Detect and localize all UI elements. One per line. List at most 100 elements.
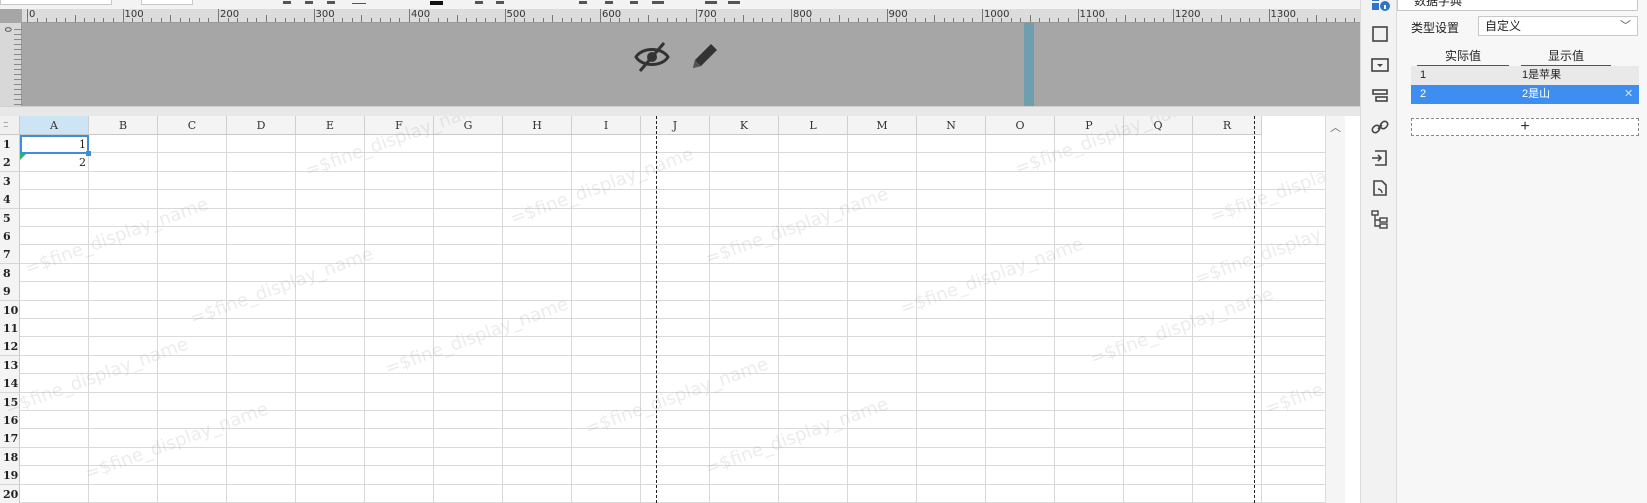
cell-grid[interactable]: 1 2 bbox=[20, 116, 1345, 503]
report-header-area[interactable]: 0 100 200 300 400 500 600 700 800 900 1000 1100 1200… bbox=[0, 9, 1360, 106]
ruler-tick bbox=[418, 18, 420, 22]
toolbar-chart-icon[interactable] bbox=[605, 1, 613, 4]
table-row[interactable]: 1 1是苹果 bbox=[1411, 66, 1639, 85]
toolbar-image-icon[interactable] bbox=[630, 1, 638, 4]
display-value-cell[interactable]: 2是山 bbox=[1522, 85, 1550, 104]
column-header-R[interactable]: R bbox=[1193, 116, 1262, 135]
row-header-1[interactable]: 1 bbox=[0, 135, 20, 154]
toolbar-subreport-icon[interactable] bbox=[705, 1, 717, 4]
toolbar-widget-icon[interactable] bbox=[728, 1, 740, 4]
tree-structure-icon[interactable] bbox=[1370, 209, 1390, 229]
row-header-19[interactable]: 19 bbox=[0, 466, 20, 486]
actual-value-cell[interactable]: 2 bbox=[1420, 85, 1426, 104]
cell-attribute-icon[interactable] bbox=[1370, 0, 1390, 12]
delete-row-icon[interactable]: ✕ bbox=[1624, 85, 1633, 104]
toolbar-fill-color-icon[interactable] bbox=[430, 1, 443, 5]
column-header-C[interactable]: C bbox=[158, 116, 227, 135]
toolbar-border-icon[interactable] bbox=[352, 3, 366, 4]
vertical-scrollbar[interactable]: ︿ bbox=[1325, 116, 1345, 503]
column-header-P[interactable]: P bbox=[1055, 116, 1124, 135]
ruler-tick bbox=[685, 18, 687, 22]
toolbar-table-icon[interactable] bbox=[652, 1, 664, 4]
row-header-6[interactable]: 6 bbox=[0, 227, 20, 246]
ruler-tick bbox=[982, 9, 983, 22]
widget-settings-icon[interactable] bbox=[1370, 55, 1390, 75]
table-row[interactable]: 2 2是山 ✕ bbox=[1411, 85, 1639, 104]
toolbar-align-icon[interactable] bbox=[305, 1, 313, 4]
column-header-D[interactable]: D bbox=[227, 116, 296, 135]
row-header-18[interactable]: 18 bbox=[0, 447, 20, 467]
toolbar-size-select[interactable] bbox=[141, 0, 193, 5]
row-header-7[interactable]: 7 bbox=[0, 245, 20, 265]
column-header-H[interactable]: H bbox=[503, 116, 572, 135]
row-header-15[interactable]: 15 bbox=[0, 392, 20, 412]
cell-A2[interactable]: 2 bbox=[20, 153, 86, 172]
ruler-tick bbox=[1268, 9, 1270, 22]
column-header-L[interactable]: L bbox=[779, 116, 848, 135]
mobile-attribute-icon[interactable] bbox=[1370, 178, 1390, 198]
condition-attribute-icon[interactable] bbox=[1370, 86, 1390, 106]
ruler-label: 1100 bbox=[1079, 9, 1105, 20]
column-header-K[interactable]: K bbox=[710, 116, 779, 135]
ruler-tick bbox=[733, 18, 735, 22]
cell-style-icon[interactable] bbox=[1370, 24, 1390, 44]
page-boundary-marker[interactable] bbox=[1024, 23, 1034, 106]
column-header-I[interactable]: I bbox=[572, 116, 641, 135]
row-header-10[interactable]: 10 bbox=[0, 300, 20, 320]
row-header-2[interactable]: 2 bbox=[0, 153, 20, 173]
toolbar-insert-icon[interactable] bbox=[579, 1, 587, 4]
row-header-12[interactable]: 12 bbox=[0, 337, 20, 357]
toolbar bbox=[0, 0, 1360, 9]
pencil-icon[interactable] bbox=[683, 38, 723, 76]
row-header-13[interactable]: 13 bbox=[0, 355, 20, 375]
type-setting-label: 类型设置 bbox=[1411, 21, 1460, 35]
row-header-9[interactable]: 9 bbox=[0, 282, 20, 302]
ruler-tick bbox=[14, 54, 22, 55]
column-header-O[interactable]: O bbox=[986, 116, 1055, 135]
column-header-M[interactable]: M bbox=[848, 116, 917, 135]
row-header-8[interactable]: 8 bbox=[0, 263, 20, 283]
ruler-tick bbox=[84, 18, 86, 22]
row-header-17[interactable]: 17 bbox=[0, 429, 20, 449]
hyperlink-icon[interactable] bbox=[1370, 117, 1390, 137]
column-header-N[interactable]: N bbox=[917, 116, 986, 135]
column-header-A[interactable]: A bbox=[20, 116, 89, 135]
column-header-G[interactable]: G bbox=[434, 116, 503, 135]
fill-handle[interactable] bbox=[86, 151, 91, 156]
eye-slash-icon[interactable] bbox=[632, 38, 672, 76]
row-header-20[interactable]: 20 bbox=[0, 484, 20, 503]
add-row-button[interactable]: + bbox=[1411, 118, 1639, 136]
column-header-Q[interactable]: Q bbox=[1124, 116, 1193, 135]
toolbar-split-icon[interactable] bbox=[496, 1, 504, 4]
ruler-tick bbox=[14, 99, 22, 100]
ruler-tick bbox=[447, 18, 449, 22]
column-header-E[interactable]: E bbox=[296, 116, 365, 135]
data-dictionary-select[interactable]: 数据字典 ﹀ bbox=[1397, 0, 1638, 11]
toolbar-align-icon[interactable] bbox=[283, 1, 291, 4]
column-header-F[interactable]: F bbox=[365, 116, 434, 135]
scroll-up-icon[interactable]: ︿ bbox=[1330, 119, 1341, 135]
ruler-tick bbox=[14, 79, 22, 80]
column-header-J[interactable]: J bbox=[641, 116, 710, 135]
ruler-tick bbox=[1201, 18, 1203, 22]
column-header-B[interactable]: B bbox=[89, 116, 158, 135]
type-setting-select[interactable]: 自定义 ﹀ bbox=[1478, 16, 1638, 36]
row-header-3[interactable]: 3 bbox=[0, 171, 20, 191]
toolbar-align-icon[interactable] bbox=[327, 1, 335, 4]
column-gridline bbox=[157, 135, 158, 503]
spreadsheet[interactable]: ::: ABCDEFGHIJKLMNOPQR 1 2 3 4 5 6 7 8 9 10 11 12 13… bbox=[0, 116, 1345, 503]
data-entry-icon[interactable] bbox=[1370, 148, 1390, 168]
row-header-5[interactable]: 5 bbox=[0, 208, 20, 228]
actual-value-cell[interactable]: 1 bbox=[1420, 66, 1426, 85]
ruler-tick bbox=[265, 15, 267, 22]
row-header-16[interactable]: 16 bbox=[0, 411, 20, 430]
toolbar-font-select[interactable] bbox=[0, 0, 112, 5]
select-all-corner[interactable]: ::: bbox=[0, 116, 20, 135]
toolbar-merge-icon[interactable] bbox=[475, 1, 483, 4]
row-header-14[interactable]: 14 bbox=[0, 374, 20, 394]
row-header-11[interactable]: 11 bbox=[0, 319, 20, 338]
display-value-cell[interactable]: 1是苹果 bbox=[1522, 66, 1561, 85]
column-gridline bbox=[640, 135, 641, 503]
row-header-4[interactable]: 4 bbox=[0, 190, 20, 210]
cell-A1[interactable]: 1 bbox=[20, 135, 86, 154]
